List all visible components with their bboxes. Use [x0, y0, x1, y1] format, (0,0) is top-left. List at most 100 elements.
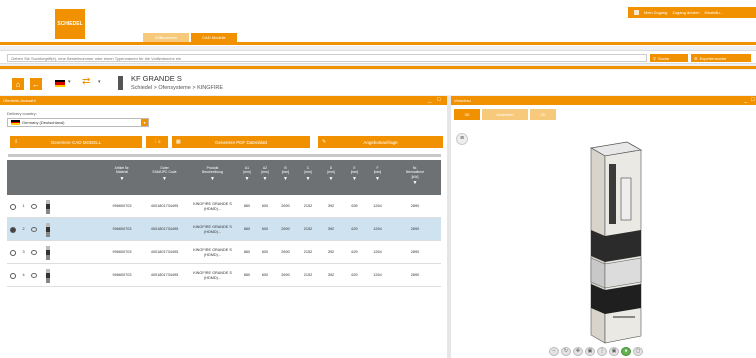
table-row[interactable]: 4 996600703 4001801734495 KINGFIRE GRANDE S…: [7, 264, 441, 287]
cell-value: 2890: [410, 250, 420, 255]
breadcrumb-item[interactable]: KINGFIRE: [197, 85, 223, 91]
row-select-radio[interactable]: [9, 226, 16, 233]
download-icon: ⇩: [14, 139, 19, 145]
cell-value: KINGFIRE GRANDE S (HDMD)...: [193, 271, 232, 280]
search-input[interactable]: [7, 54, 647, 62]
breadcrumb-item[interactable]: Schiedel: [131, 85, 152, 91]
header-divider: [0, 42, 756, 45]
filter-icon[interactable]: ▼: [413, 180, 418, 185]
cell-value: 2690: [281, 204, 290, 209]
column-header[interactable]: F [mm] ▼: [366, 160, 389, 195]
generate-cad-button[interactable]: ⇩ Generiere CAD MODELL: [10, 136, 142, 148]
filter-icon[interactable]: ▼: [283, 176, 288, 181]
view-icon[interactable]: [30, 273, 37, 278]
back-button[interactable]: ←: [30, 78, 42, 90]
row-select-radio[interactable]: [9, 203, 16, 210]
column-header[interactable]: Artikel Nr. Material ▼: [102, 160, 142, 195]
advanced-search-button[interactable]: ⚙ Expertensuche: [691, 54, 751, 62]
user-menu-account[interactable]: Mein Zugang: [644, 10, 667, 15]
filter-icon[interactable]: ▼: [352, 176, 357, 181]
request-quote-button[interactable]: ✎ Angebotsanfrage: [318, 136, 443, 148]
cell-value: 2152: [303, 204, 313, 209]
stove-3d-model[interactable]: [579, 138, 649, 348]
table-cell: [38, 264, 58, 287]
zoom-out-icon[interactable]: −: [549, 347, 559, 356]
table-row[interactable]: 3 996600703 4001801734495 KINGFIRE GRANDE S…: [7, 241, 441, 264]
transfer-dropdown-icon[interactable]: ▾: [98, 79, 101, 85]
home-button[interactable]: ⌂: [12, 78, 24, 90]
filter-icon[interactable]: ▼: [162, 176, 167, 181]
cell-value: 629: [351, 273, 358, 278]
table-row[interactable]: 2 996600703 4001801734495 KINGFIRE GRANDE S…: [7, 218, 441, 241]
filter-icon[interactable]: ▼: [329, 176, 334, 181]
table-row[interactable]: 1 996600703 4001801734495 KINGFIRE GRANDE S…: [7, 195, 441, 218]
pan-icon[interactable]: ✥: [573, 347, 583, 356]
table-cell: 392: [319, 241, 343, 264]
cell-value: 4001801734495: [150, 204, 179, 209]
filter-icon[interactable]: ▼: [306, 176, 311, 181]
top-bar: SCHIEDEL Willkommen CAD Modelle Mein Zug…: [0, 0, 756, 46]
search-button-label: Suche: [657, 55, 670, 61]
column-header[interactable]: B [mm] ▼: [274, 160, 297, 195]
column-header[interactable]: Outer EAN/UPC Code ▼: [142, 160, 187, 195]
main-tabs: Willkommen CAD Modelle: [143, 33, 237, 42]
column-header[interactable]: D [mm] ▼: [319, 160, 343, 195]
filter-icon[interactable]: ▼: [375, 176, 380, 181]
transfer-icon[interactable]: ⇄: [82, 76, 90, 87]
table-cell: 1264: [366, 241, 389, 264]
fullscreen-icon[interactable]: ▢: [633, 347, 643, 356]
tab-views[interactable]: Ansichten: [482, 109, 528, 120]
view-icon[interactable]: [30, 204, 37, 209]
measure-icon[interactable]: ┆: [597, 347, 607, 356]
table-cell: KINGFIRE GRANDE S (HDMD)...: [187, 264, 238, 287]
german-flag-icon[interactable]: [55, 80, 65, 87]
search-button[interactable]: ⚲ Suche: [650, 54, 688, 62]
filter-icon[interactable]: ▼: [245, 176, 250, 181]
table-cell: 4001801734495: [142, 218, 187, 241]
table-cell: 2152: [297, 218, 319, 241]
section-icon[interactable]: ▣: [609, 347, 619, 356]
tab-welcome[interactable]: Willkommen: [143, 33, 189, 42]
row-select-radio[interactable]: [9, 249, 16, 256]
filter-icon[interactable]: ▼: [263, 176, 268, 181]
brand-logo[interactable]: SCHIEDEL: [55, 9, 85, 39]
column-header[interactable]: Produkt Beschreibung ▼: [187, 160, 238, 195]
maximize-icon[interactable]: □: [751, 96, 755, 104]
breadcrumb-separator: >: [192, 85, 196, 91]
column-header-label: B [mm]: [281, 166, 290, 175]
breadcrumb-item[interactable]: Ofensysteme: [158, 85, 190, 91]
delivery-country-select[interactable]: Germany (Deutschland) ▾: [7, 118, 149, 127]
view-icon[interactable]: [30, 227, 37, 232]
user-menu-change[interactable]: Zugang ändern: [672, 10, 699, 15]
generate-pdf-button[interactable]: ▦ Generiere PDF Datenblatt: [172, 136, 310, 148]
minimize-icon[interactable]: _: [744, 96, 747, 104]
left-panel-header: Ofenteile-Auswahl _ □: [0, 96, 447, 105]
color-icon[interactable]: ●: [621, 347, 631, 356]
table-cell: [7, 218, 18, 241]
tab-3d[interactable]: 3D: [454, 109, 480, 120]
cad-options-button[interactable]: ⋮≡: [146, 136, 168, 148]
language-dropdown-icon[interactable]: ▾: [68, 79, 71, 85]
tab-cad-models[interactable]: CAD Modelle: [191, 33, 237, 42]
fit-icon[interactable]: ▣: [585, 347, 595, 356]
row-select-radio[interactable]: [9, 272, 16, 279]
column-header[interactable]: C [mm] ▼: [297, 160, 319, 195]
table-cell: 2152: [297, 264, 319, 287]
column-header[interactable]: A1 [mm] ▼: [238, 160, 256, 195]
column-header[interactable]: Nr. Nennwärme [kW] ▼: [389, 160, 441, 195]
maximize-icon[interactable]: □: [437, 96, 441, 104]
logo-text: SCHIEDEL: [57, 21, 83, 27]
column-header[interactable]: A2 [mm] ▼: [256, 160, 274, 195]
horizontal-scrollbar[interactable]: [8, 154, 441, 157]
column-header[interactable]: E [mm] ▼: [343, 160, 366, 195]
minimize-icon[interactable]: _: [428, 96, 431, 104]
table-cell: 2690: [274, 195, 297, 218]
cell-value: 860: [243, 204, 251, 209]
rotate-icon[interactable]: ↻: [561, 347, 571, 356]
viewer-menu-icon[interactable]: ≡: [456, 133, 468, 145]
filter-icon[interactable]: ▼: [210, 176, 215, 181]
view-icon[interactable]: [30, 250, 37, 255]
tab-2d[interactable]: 2D: [530, 109, 556, 120]
user-menu-settings[interactable]: Einstellu...: [705, 10, 723, 15]
filter-icon[interactable]: ▼: [120, 176, 125, 181]
